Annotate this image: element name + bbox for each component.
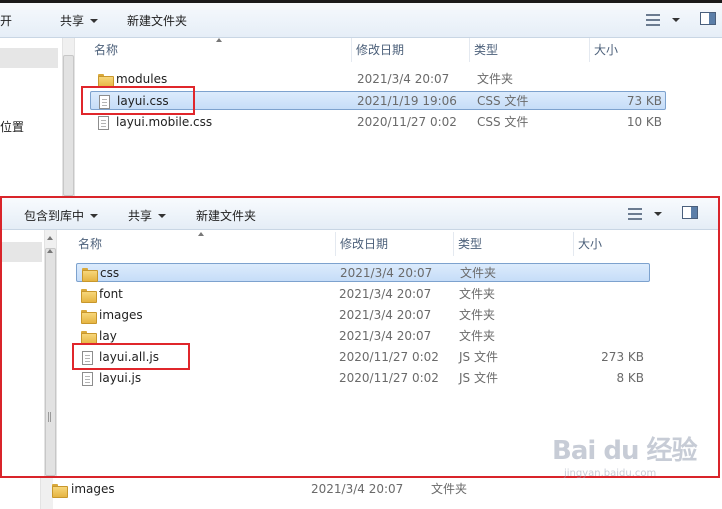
list-item-selected[interactable]: css 2021/3/4 20:07 文件夹 [76,263,650,282]
list-item[interactable]: layui.mobile.css 2020/11/27 0:02 CSS 文件 … [94,113,666,132]
preview-pane-icon[interactable] [682,206,698,219]
file-name: layui.mobile.css [116,115,213,129]
file-type: CSS 文件 [477,115,529,129]
list-item[interactable]: images 2021/3/4 20:07 文件夹 [52,480,612,499]
file-size: 10 KB [626,115,662,129]
annotation-box [72,343,190,370]
folder-icon [82,268,98,282]
file-name: images [99,308,143,322]
share-label: 共享 [60,14,85,28]
file-date: 2021/3/4 20:07 [340,266,433,280]
column-name[interactable]: 名称 [90,38,352,62]
annotation-box [81,86,195,115]
folder-icon [81,310,97,324]
scroll-up-icon[interactable] [47,249,53,253]
file-date: 2020/11/27 0:02 [339,350,439,364]
column-name[interactable]: 名称 [74,232,336,256]
nav-item-selected[interactable] [2,242,42,262]
file-name: css [100,266,120,280]
file-type: 文件夹 [431,482,468,496]
file-name: layui.js [99,371,142,385]
chevron-down-icon[interactable] [654,212,662,216]
watermark-text: Bai du 经验 [552,436,697,466]
file-size: 273 KB [601,350,644,364]
file-date: 2021/1/19 19:06 [357,94,457,108]
file-date: 2020/11/27 0:02 [339,371,439,385]
nav-scrollbar-thumb[interactable] [63,55,74,196]
include-in-library-menu[interactable]: 包含到库中 [24,207,99,224]
include-in-library-label: 包含到库中 [24,209,85,223]
baidu-watermark: Bai du 经验 jingyan.baidu.com [552,430,717,490]
file-size: 8 KB [616,371,644,385]
file-date: 2021/3/4 20:07 [339,308,432,322]
folder-icon [81,331,97,345]
front-column-header: 名称 修改日期 类型 大小 [74,232,650,256]
chevron-down-icon[interactable] [672,18,680,22]
file-date: 2020/11/27 0:02 [357,115,457,129]
preview-pane-icon[interactable] [700,12,716,25]
top-window-toolbar: 开 共享 新建文件夹 [0,0,722,38]
file-type: 文件夹 [477,72,514,86]
column-date[interactable]: 修改日期 [352,38,470,62]
nav-scrollbar-thumb[interactable] [45,248,56,476]
top-column-header: 名称 修改日期 类型 大小 [90,38,666,62]
file-type: 文件夹 [459,308,496,322]
file-name: font [99,287,123,301]
window-border [0,0,722,3]
open-button[interactable]: 开 [0,12,12,29]
view-options-icon[interactable] [646,14,660,26]
file-type: 文件夹 [459,329,496,343]
chevron-down-icon [90,214,99,218]
column-size[interactable]: 大小 [590,38,666,62]
file-size: 73 KB [626,94,662,108]
list-item[interactable]: layui.js 2020/11/27 0:02 JS 文件 8 KB [78,369,650,388]
column-date[interactable]: 修改日期 [336,232,454,256]
front-nav-pane [2,230,44,476]
share-menu[interactable]: 共享 [60,12,99,29]
file-name: images [71,482,115,496]
chevron-down-icon [158,214,167,218]
file-date: 2021/3/4 20:07 [311,482,404,496]
file-type: 文件夹 [460,266,497,280]
file-type: 文件夹 [459,287,496,301]
folder-icon [52,484,68,498]
folder-icon [81,289,97,303]
list-item[interactable]: font 2021/3/4 20:07 文件夹 [78,285,650,304]
folder-icon [98,74,114,88]
file-icon [98,116,109,130]
file-type: JS 文件 [459,371,498,385]
file-date: 2021/3/4 20:07 [339,329,432,343]
column-type[interactable]: 类型 [470,38,590,62]
file-date: 2021/3/4 20:07 [357,72,450,86]
file-icon [82,372,93,386]
file-type: CSS 文件 [477,94,529,108]
column-size[interactable]: 大小 [574,232,650,256]
file-type: JS 文件 [459,350,498,364]
watermark-subtext: jingyan.baidu.com [564,468,657,479]
chevron-down-icon [90,19,99,23]
view-options-icon[interactable] [628,208,642,220]
share-label: 共享 [128,209,153,223]
column-type[interactable]: 类型 [454,232,574,256]
scroll-up-icon[interactable] [47,236,53,240]
new-folder-button[interactable]: 新建文件夹 [196,207,256,224]
list-item[interactable]: images 2021/3/4 20:07 文件夹 [78,306,650,325]
front-window-toolbar: 包含到库中 共享 新建文件夹 [2,198,718,230]
nav-item-label[interactable]: 位置 [0,118,24,135]
file-date: 2021/3/4 20:07 [339,287,432,301]
scrollbar-grip-icon [48,412,51,422]
new-folder-button[interactable]: 新建文件夹 [127,12,187,29]
nav-item-selected[interactable] [0,48,58,68]
share-menu[interactable]: 共享 [128,207,167,224]
